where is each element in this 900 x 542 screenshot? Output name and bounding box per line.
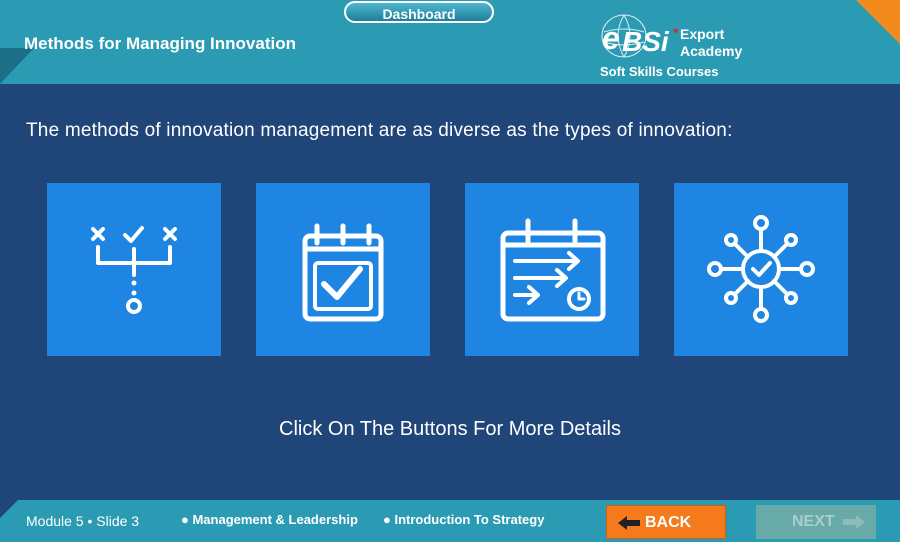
next-button[interactable]: NEXT	[756, 505, 876, 539]
breadcrumb-strategy: ● Introduction To Strategy	[383, 512, 545, 527]
method-button-calendar-check[interactable]	[256, 183, 430, 356]
page-title: Methods for Managing Innovation	[24, 34, 296, 53]
ebsi-logo: e BSi ♥ Export Academy Soft Skills Cours…	[598, 12, 773, 79]
logo-bsi-text: BSi	[622, 26, 669, 57]
corner-tab	[856, 0, 900, 44]
method-button-calendar-schedule[interactable]	[465, 183, 639, 356]
logo-e-text: e	[602, 20, 620, 56]
heart-icon: ♥	[673, 26, 679, 36]
back-button[interactable]: BACK	[606, 505, 726, 539]
intro-text: The methods of innovation management are…	[26, 120, 733, 141]
calendar-schedule-icon	[500, 218, 606, 322]
logo-export-text: Export	[680, 26, 725, 42]
calendar-check-icon	[302, 223, 384, 322]
back-label: BACK	[645, 514, 692, 531]
footer-fold	[0, 500, 18, 518]
arrow-left-icon	[618, 516, 640, 530]
network-hub-icon	[707, 215, 815, 323]
logo-subtitle: Soft Skills Courses	[600, 64, 719, 79]
logo-academy-text: Academy	[680, 43, 743, 59]
next-label: NEXT	[792, 513, 835, 530]
method-button-decision-tree[interactable]	[47, 183, 221, 356]
arrow-right-icon	[843, 515, 865, 529]
module-slide-info: Module 5 • Slide 3	[26, 513, 140, 529]
decision-tree-icon	[91, 226, 177, 314]
method-button-network-hub[interactable]	[674, 183, 848, 356]
dashboard-button[interactable]: Dashboard	[344, 1, 494, 23]
instruction-text: Click On The Buttons For More Details	[279, 418, 621, 440]
breadcrumb-management: ● Management & Leadership	[181, 512, 358, 527]
